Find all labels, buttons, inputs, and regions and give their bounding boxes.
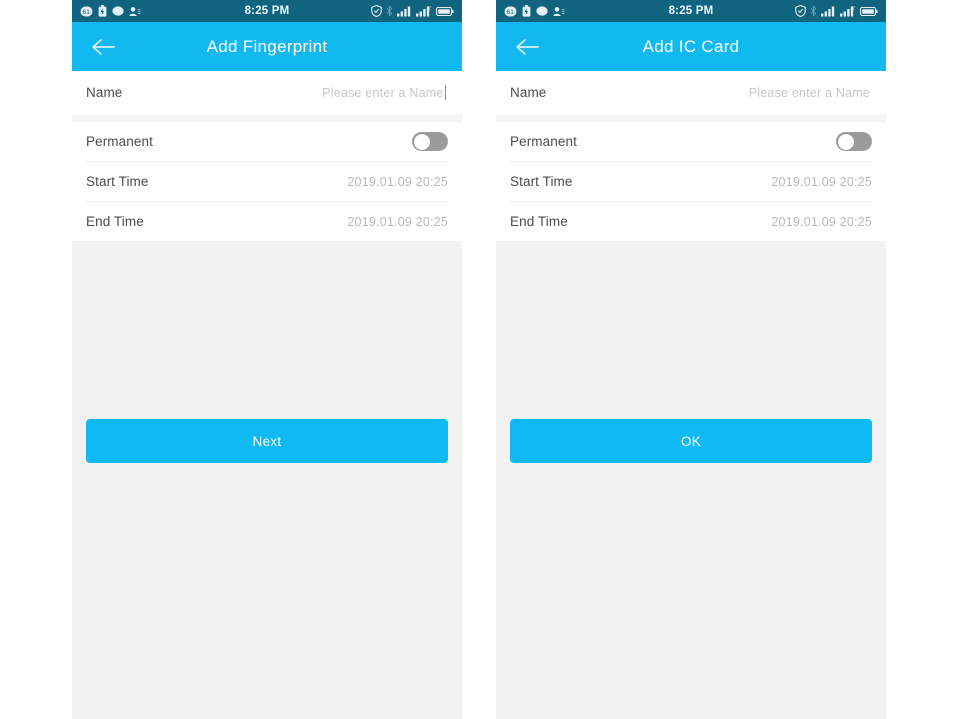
shield-icon — [795, 5, 806, 17]
toggle-knob — [413, 133, 430, 150]
battery-icon — [860, 6, 878, 16]
row-end-time[interactable]: End Time 2019.01.09 20:25 — [496, 202, 886, 241]
row-permanent-label: Permanent — [86, 134, 153, 149]
svg-text:2: 2 — [852, 6, 855, 12]
signal-bars-icon — [397, 6, 411, 17]
row-name-label: Name — [510, 85, 547, 100]
start-time-value[interactable]: 2019.01.09 20:25 — [771, 175, 872, 189]
text-cursor — [444, 85, 446, 100]
row-start-time-label: Start Time — [510, 174, 573, 189]
contacts-icon — [553, 6, 565, 16]
next-button[interactable]: Next — [86, 419, 448, 463]
name-input-placeholder: Please enter a Name — [748, 85, 870, 100]
status-bar-right-icons: 2 — [371, 5, 454, 17]
status-bar-left-icons: 61 — [504, 5, 565, 17]
back-arrow-icon — [92, 38, 115, 55]
sim-badge-icon: 61 — [80, 6, 93, 16]
row-end-time-label: End Time — [510, 214, 568, 229]
form-list: Name Please enter a Name Permanent Start… — [72, 71, 462, 241]
battery-saver-icon — [522, 5, 531, 17]
row-permanent-label: Permanent — [510, 134, 577, 149]
status-bar: 61 8:25 PM 2 — [496, 0, 886, 22]
svg-text:2: 2 — [428, 6, 431, 12]
name-input[interactable]: Please enter a Name — [322, 85, 448, 100]
message-bubble-icon — [536, 5, 548, 16]
shield-icon — [371, 5, 382, 17]
back-button[interactable] — [510, 30, 544, 64]
status-bar-right-icons: 2 — [795, 5, 878, 17]
navigation-bar: Add Fingerprint — [72, 22, 462, 71]
back-arrow-icon — [516, 38, 539, 55]
permanent-toggle[interactable] — [836, 132, 872, 151]
content-area: OK — [496, 241, 886, 719]
toggle-knob — [837, 133, 854, 150]
svg-text:61: 61 — [83, 9, 91, 16]
battery-icon — [436, 6, 454, 16]
end-time-value[interactable]: 2019.01.09 20:25 — [347, 215, 448, 229]
signal-bars-alt-icon: 2 — [416, 6, 431, 17]
screenshot-root: 61 8:25 PM 2 Add Fingerprint Name Please… — [0, 0, 960, 719]
phone-screen-add-ic-card: 61 8:25 PM 2 Add IC Card Name Please ent… — [496, 0, 886, 719]
row-start-time-label: Start Time — [86, 174, 149, 189]
signal-bars-icon — [821, 6, 835, 17]
end-time-value[interactable]: 2019.01.09 20:25 — [771, 215, 872, 229]
row-name-label: Name — [86, 85, 123, 100]
row-permanent[interactable]: Permanent — [496, 122, 886, 161]
status-bar: 61 8:25 PM 2 — [72, 0, 462, 22]
row-name[interactable]: Name Please enter a Name — [496, 71, 886, 114]
navigation-bar: Add IC Card — [496, 22, 886, 71]
message-bubble-icon — [112, 5, 124, 16]
row-end-time-label: End Time — [86, 214, 144, 229]
page-title: Add Fingerprint — [206, 36, 328, 56]
row-name[interactable]: Name Please enter a Name — [72, 71, 462, 114]
bluetooth-icon — [810, 5, 817, 17]
battery-saver-icon — [98, 5, 107, 17]
content-area: Next — [72, 241, 462, 719]
phone-screen-add-fingerprint: 61 8:25 PM 2 Add Fingerprint Name Please… — [72, 0, 462, 719]
page-title: Add IC Card — [642, 36, 740, 56]
row-start-time[interactable]: Start Time 2019.01.09 20:25 — [496, 162, 886, 201]
bluetooth-icon — [386, 5, 393, 17]
svg-text:61: 61 — [507, 9, 515, 16]
row-end-time[interactable]: End Time 2019.01.09 20:25 — [72, 202, 462, 241]
status-bar-left-icons: 61 — [80, 5, 141, 17]
name-input[interactable]: Please enter a Name — [749, 86, 872, 100]
back-button[interactable] — [86, 30, 120, 64]
section-separator — [72, 114, 462, 122]
sim-badge-icon: 61 — [504, 6, 517, 16]
signal-bars-alt-icon: 2 — [840, 6, 855, 17]
section-separator — [496, 114, 886, 122]
permanent-toggle[interactable] — [412, 132, 448, 151]
name-input-placeholder: Please enter a Name — [322, 86, 444, 100]
ok-button[interactable]: OK — [510, 419, 872, 463]
row-start-time[interactable]: Start Time 2019.01.09 20:25 — [72, 162, 462, 201]
contacts-icon — [129, 6, 141, 16]
row-permanent[interactable]: Permanent — [72, 122, 462, 161]
form-list: Name Please enter a Name Permanent Start… — [496, 71, 886, 241]
start-time-value[interactable]: 2019.01.09 20:25 — [347, 175, 448, 189]
